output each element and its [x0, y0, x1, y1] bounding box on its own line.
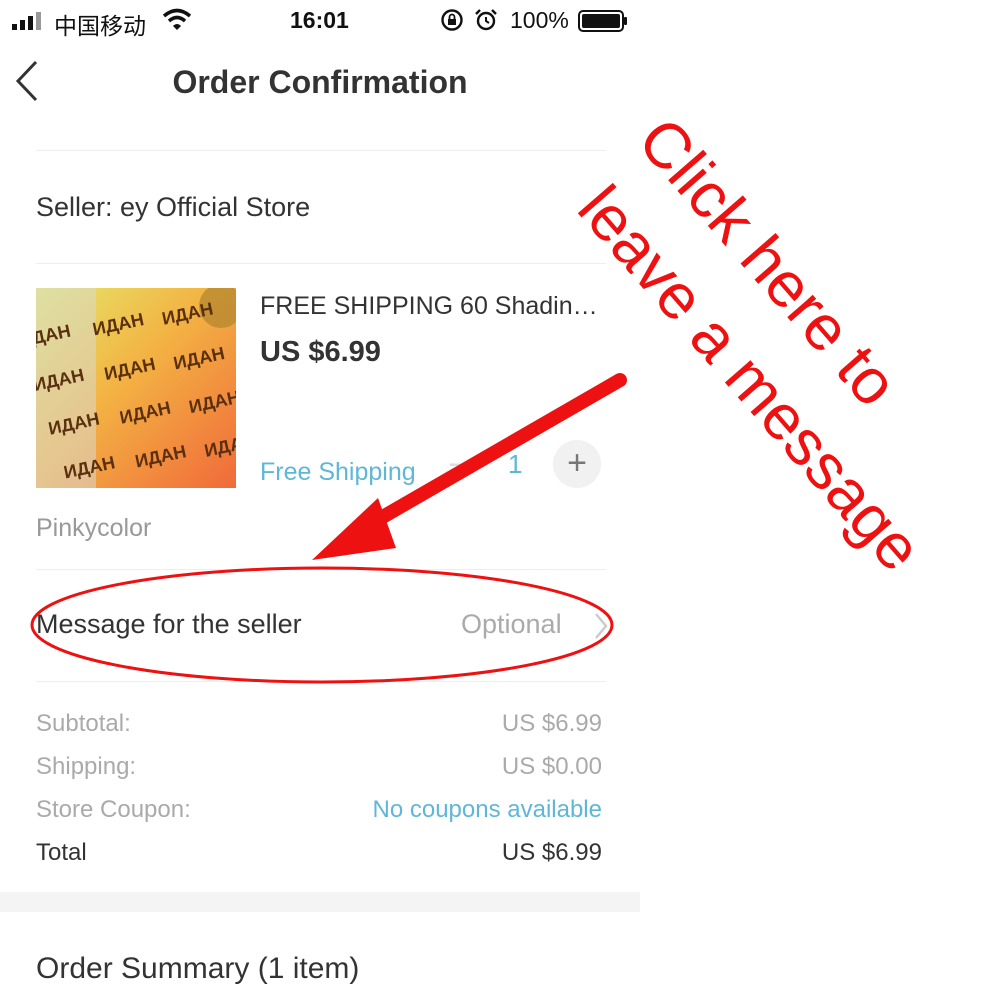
- message-seller-placeholder[interactable]: Optional: [461, 609, 562, 640]
- product-title[interactable]: FREE SHIPPING 60 Shading Scratch Off Sti…: [260, 292, 605, 321]
- shipping-value: US $0.00: [501, 753, 602, 780]
- shipping-method-link[interactable]: Free Shipping: [260, 458, 416, 487]
- signal-icon: [12, 12, 41, 30]
- battery-icon: [578, 10, 627, 32]
- total-value: US $6.99: [501, 839, 602, 866]
- divider: [36, 569, 606, 570]
- page-title: Order Confirmation: [172, 64, 468, 100]
- message-seller-label[interactable]: Message for the seller: [36, 609, 302, 640]
- clock: 16:01: [290, 7, 349, 33]
- rotation-lock-icon: [441, 9, 463, 31]
- status-bar: 中国移动 16:01 100%: [0, 0, 640, 44]
- divider: [36, 263, 606, 264]
- arrow-head: [312, 498, 396, 560]
- order-summary-heading[interactable]: Order Summary (1 item): [36, 952, 359, 986]
- store-coupon-label: Store Coupon:: [36, 796, 191, 823]
- product-thumbnail[interactable]: ИДАН ИДАН ИДАН ИДАН ИДАН ИДАН ИДАН ИДАН …: [36, 288, 236, 488]
- carrier-name: 中国移动: [54, 13, 146, 39]
- section-separator: [0, 892, 640, 912]
- divider: [36, 681, 606, 682]
- subtotal-value: US $6.99: [501, 710, 602, 737]
- quantity-value: 1: [508, 449, 523, 479]
- divider: [36, 150, 606, 151]
- wifi-icon: [162, 8, 192, 30]
- annotation-line-1: Click here to: [624, 104, 912, 420]
- total-label: Total: [36, 839, 87, 866]
- battery-percentage: 100%: [510, 7, 569, 33]
- shipping-label: Shipping:: [36, 753, 137, 780]
- store-coupon-value[interactable]: No coupons available: [373, 796, 603, 824]
- product-price: US $6.99: [260, 336, 381, 368]
- product-variant: Pinkycolor: [36, 514, 152, 542]
- alarm-icon: [475, 9, 497, 31]
- seller-name[interactable]: Seller: ey Official Store: [36, 192, 310, 223]
- chevron-right-icon[interactable]: [592, 610, 610, 642]
- subtotal-label: Subtotal:: [36, 710, 131, 737]
- quantity-decrease-button[interactable]: −: [438, 446, 478, 486]
- quantity-increase-button[interactable]: +: [553, 440, 601, 488]
- annotation-line-2: leave a message: [564, 172, 936, 584]
